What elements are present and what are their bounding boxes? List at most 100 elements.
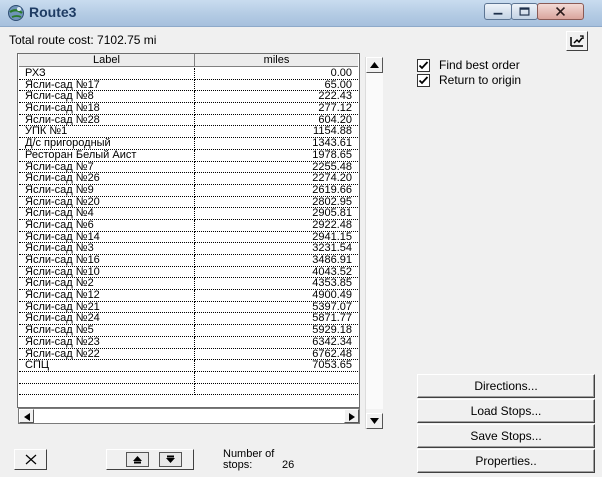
move-up-button[interactable]	[126, 452, 149, 467]
vertical-scroll-thumb[interactable]	[366, 73, 383, 409]
move-up-icon	[126, 452, 149, 467]
minimize-icon	[493, 12, 503, 15]
return-to-origin-checkbox[interactable]: Return to origin	[417, 73, 521, 87]
table-row[interactable]: Ресторан Белый Аист 1978.65	[19, 149, 358, 162]
scroll-right-button[interactable]	[344, 409, 359, 423]
move-down-icon	[159, 452, 182, 467]
table-row[interactable]: Ясли-сад №24 5871.77	[19, 313, 358, 326]
minimize-button[interactable]	[484, 3, 512, 20]
arrow-up-icon	[370, 62, 379, 68]
table-row[interactable]: Ясли-сад №6 2922.48	[19, 219, 358, 232]
window-title: Route3	[29, 4, 77, 20]
stop-label: Ясли-сад №4	[19, 208, 195, 220]
stop-miles: 4900.49	[195, 289, 358, 302]
stop-miles: 2619.66	[195, 184, 358, 197]
empty-cell	[19, 383, 195, 396]
stop-label: Ясли-сад №24	[19, 313, 195, 326]
checkbox-box[interactable]	[417, 73, 430, 87]
save-stops-button[interactable]: Save Stops...	[417, 424, 595, 448]
stop-label: Ясли-сад №21	[19, 301, 195, 314]
table-row[interactable]: Ясли-сад №8 222.43	[19, 91, 358, 104]
close-button[interactable]	[537, 3, 584, 20]
find-best-order-label: Find best order	[439, 58, 520, 72]
delete-stop-button[interactable]	[14, 449, 47, 470]
stop-label: Ясли-сад №9	[19, 184, 195, 197]
table-row-empty	[19, 383, 358, 396]
vertical-scrollbar[interactable]	[365, 57, 383, 429]
horizontal-scroll-thumb[interactable]	[34, 409, 344, 423]
table-row[interactable]: Ясли-сад №21 5397.07	[19, 301, 358, 314]
empty-cell	[195, 372, 358, 384]
table-row[interactable]: Ясли-сад №22 6762.48	[19, 348, 358, 361]
table-row[interactable]: Ясли-сад №18 277.12	[19, 102, 358, 115]
stop-label: Ясли-сад №8	[19, 91, 195, 104]
scroll-down-button[interactable]	[366, 413, 383, 429]
stop-miles: 7053.65	[195, 359, 358, 372]
stops-list[interactable]: Label miles РХЗ 0.00 Ясли-сад №17 65.00 Ясли…	[17, 53, 360, 408]
stop-label: Ясли-сад №7	[19, 161, 195, 174]
scroll-up-button[interactable]	[366, 57, 383, 73]
stop-miles: 0.00	[195, 67, 358, 80]
stop-label: Ясли-сад №3	[19, 243, 195, 255]
stop-miles: 1978.65	[195, 149, 358, 162]
list-header: Label miles	[19, 54, 358, 67]
table-row[interactable]: Д/с пригородный 1343.61	[19, 137, 358, 150]
table-row[interactable]: Ясли-сад №23 6342.34	[19, 336, 358, 349]
stop-label: Ясли-сад №12	[19, 290, 195, 302]
table-row[interactable]: УПК №1 1154.88	[19, 126, 358, 139]
stop-label: Ясли-сад №20	[19, 196, 195, 209]
empty-cell	[195, 384, 358, 396]
table-row[interactable]: Ясли-сад №12 4900.49	[19, 289, 358, 302]
table-row[interactable]: Ясли-сад №2 4353.85	[19, 278, 358, 291]
table-row[interactable]: Ясли-сад №28 604.20	[19, 114, 358, 127]
stop-label: Ясли-сад №14	[19, 231, 195, 244]
table-row[interactable]: Ясли-сад №10 4043.52	[19, 266, 358, 279]
table-row[interactable]: Ясли-сад №26 2274.20	[19, 172, 358, 185]
close-icon	[555, 6, 566, 17]
move-down-button[interactable]	[159, 452, 182, 467]
table-row[interactable]: Ясли-сад №14 2941.15	[19, 231, 358, 244]
stop-label: Ясли-сад №2	[19, 278, 195, 291]
stop-miles: 6342.34	[195, 336, 358, 349]
scroll-left-button[interactable]	[19, 409, 34, 423]
number-of-stops: Number of stops: 26	[223, 449, 294, 471]
maximize-button[interactable]	[511, 3, 538, 20]
table-row[interactable]: Ясли-сад №16 3486.91	[19, 254, 358, 267]
stop-label: Ясли-сад №16	[19, 255, 195, 267]
column-header-miles[interactable]: miles	[195, 54, 358, 67]
table-row[interactable]: Ясли-сад №17 65.00	[19, 79, 358, 92]
stop-label: УПК №1	[19, 126, 195, 139]
stop-label: Ясли-сад №26	[19, 173, 195, 185]
stop-label: Ясли-сад №23	[19, 336, 195, 349]
table-row[interactable]: Ясли-сад №4 2905.81	[19, 208, 358, 220]
horizontal-scrollbar[interactable]	[18, 408, 360, 424]
stop-label: СПЦ	[19, 360, 195, 372]
stop-miles: 277.12	[195, 102, 358, 115]
table-row[interactable]: Ясли-сад №7 2255.48	[19, 161, 358, 174]
table-row[interactable]: Ясли-сад №3 3231.54	[19, 243, 358, 255]
arrow-left-icon	[24, 413, 30, 421]
table-row[interactable]: РХЗ 0.00	[19, 67, 358, 80]
load-stops-button[interactable]: Load Stops...	[417, 399, 595, 423]
table-row[interactable]: Ясли-сад №9 2619.66	[19, 184, 358, 197]
add-point-button[interactable]	[566, 31, 588, 51]
stop-label: Д/с пригородный	[19, 138, 195, 150]
column-header-label[interactable]: Label	[19, 54, 195, 67]
stops-count: 26	[282, 459, 295, 471]
table-row[interactable]: Ясли-сад №5 5929.18	[19, 324, 358, 337]
maximize-icon	[519, 7, 530, 16]
stop-label: Ясли-сад №22	[19, 348, 195, 361]
title-bar[interactable]: Route3	[0, 0, 602, 27]
directions-button[interactable]: Directions...	[417, 374, 595, 398]
stop-miles: 3486.91	[195, 254, 358, 267]
stop-label: Ясли-сад №28	[19, 114, 195, 127]
properties-button[interactable]: Properties..	[417, 449, 595, 473]
stop-miles: 2922.48	[195, 219, 358, 232]
checkbox-box[interactable]	[417, 58, 430, 72]
checkmark-icon	[418, 60, 429, 69]
stops-label: stops:	[223, 459, 253, 471]
table-row[interactable]: Ясли-сад №20 2802.95	[19, 196, 358, 209]
find-best-order-checkbox[interactable]: Find best order	[417, 58, 520, 72]
table-row[interactable]: СПЦ 7053.65	[19, 359, 358, 372]
route-globe-icon	[8, 5, 24, 21]
